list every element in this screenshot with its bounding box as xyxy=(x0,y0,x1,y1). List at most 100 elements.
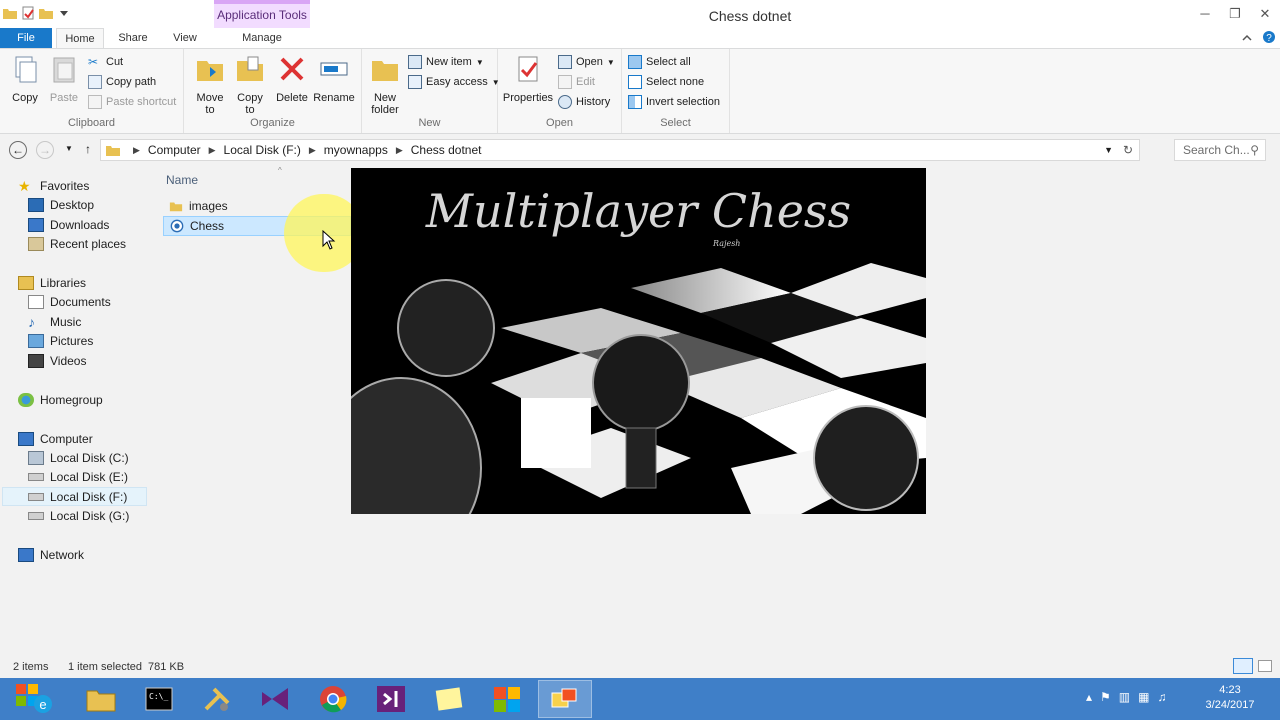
network-status-icon[interactable]: ▦ xyxy=(1138,690,1149,704)
nav-homegroup[interactable]: Homegroup xyxy=(18,390,103,409)
details-view-icon[interactable] xyxy=(1233,658,1253,674)
nav-favorites[interactable]: ★ Favorites xyxy=(18,176,89,195)
taskbar-chess-app[interactable] xyxy=(538,680,592,718)
taskbar-file-explorer[interactable] xyxy=(74,680,128,718)
breadcrumb-computer[interactable]: Computer xyxy=(148,143,201,157)
file-name: Chess xyxy=(190,219,225,233)
move-to-button[interactable]: Move to xyxy=(190,53,230,116)
breadcrumb-local-disk-f[interactable]: Local Disk (F:) xyxy=(224,143,301,157)
breadcrumb-chevron-icon: ▶ xyxy=(395,144,403,155)
title-bar: Application Tools Chess dotnet ─ ❐ ✕ xyxy=(0,0,1280,28)
up-button[interactable]: ↑ xyxy=(79,141,97,159)
nav-disk-e[interactable]: Local Disk (E:) xyxy=(28,467,128,486)
tab-file[interactable]: File xyxy=(0,28,52,48)
tab-view[interactable]: View xyxy=(162,28,208,48)
nav-pictures[interactable]: Pictures xyxy=(28,331,93,350)
edit-button[interactable]: Edit xyxy=(558,75,595,89)
preview-title: Multiplayer Chess xyxy=(425,184,852,238)
copy-button[interactable]: Copy xyxy=(6,53,44,104)
nav-music[interactable]: ♪ Music xyxy=(28,312,81,331)
new-item-label: New item xyxy=(426,56,472,68)
breadcrumb-chess-dotnet[interactable]: Chess dotnet xyxy=(411,143,482,157)
help-icon[interactable]: ? xyxy=(1262,30,1276,44)
command-prompt-icon: C:\_ xyxy=(145,687,173,711)
easy-access-button[interactable]: Easy access ▼ xyxy=(408,75,500,89)
nav-libraries[interactable]: Libraries xyxy=(18,273,86,292)
visual-studio-icon xyxy=(262,688,288,710)
homegroup-icon xyxy=(18,392,34,407)
taskbar-visual-studio-old[interactable] xyxy=(248,680,302,718)
paste-button[interactable]: Paste xyxy=(46,53,82,104)
taskbar-visual-studio[interactable] xyxy=(364,680,418,718)
taskbar-app-grid[interactable] xyxy=(480,680,534,718)
power-icon[interactable]: ▥ xyxy=(1119,690,1130,704)
action-center-flag-icon[interactable]: ⚑ xyxy=(1100,690,1111,704)
search-placeholder: Search Ch... xyxy=(1183,143,1250,157)
cut-button[interactable]: ✂ Cut xyxy=(88,55,123,69)
copy-to-button[interactable]: Copy to xyxy=(230,53,270,116)
forward-button[interactable]: → xyxy=(36,141,54,159)
back-button[interactable]: ← xyxy=(9,141,27,159)
svg-text:C:\_: C:\_ xyxy=(149,692,168,701)
nav-music-label: Music xyxy=(50,314,82,329)
select-all-button[interactable]: Select all xyxy=(628,55,691,69)
nav-documents[interactable]: Documents xyxy=(28,292,111,311)
delete-button[interactable]: Delete xyxy=(272,53,312,104)
new-folder-button[interactable]: New folder xyxy=(368,53,402,116)
search-icon: ⚲ xyxy=(1250,143,1259,157)
show-hidden-icons-icon[interactable]: ▴ xyxy=(1086,690,1092,704)
select-none-button[interactable]: Select none xyxy=(628,75,704,89)
rename-button[interactable]: Rename xyxy=(312,53,356,104)
nav-disk-c[interactable]: Local Disk (C:) xyxy=(28,448,129,467)
taskbar-sticky-notes[interactable] xyxy=(422,680,476,718)
nav-desktop[interactable]: Desktop xyxy=(28,195,94,214)
minimize-button[interactable]: ─ xyxy=(1190,0,1220,28)
up-arrow-icon: ↑ xyxy=(85,142,91,156)
nav-recent-places[interactable]: Recent places xyxy=(28,234,126,253)
search-input[interactable]: Search Ch... ⚲ xyxy=(1174,139,1266,161)
tab-share[interactable]: Share xyxy=(110,28,156,48)
volume-icon[interactable]: ♫ xyxy=(1157,690,1166,704)
taskbar-command-prompt[interactable]: C:\_ xyxy=(132,680,186,718)
start-button[interactable]: e xyxy=(6,680,60,718)
maximize-button[interactable]: ❐ xyxy=(1220,0,1250,28)
close-button[interactable]: ✕ xyxy=(1250,0,1280,28)
invert-selection-label: Invert selection xyxy=(646,96,720,108)
properties-label: Properties xyxy=(502,92,554,104)
nav-downloads[interactable]: Downloads xyxy=(28,215,109,234)
tab-manage[interactable]: Manage xyxy=(214,28,310,48)
tab-home[interactable]: Home xyxy=(56,28,104,48)
refresh-icon[interactable]: ↻ xyxy=(1123,143,1133,157)
clock-date: 3/24/2017 xyxy=(1205,699,1255,711)
address-bar[interactable]: ▶ Computer ▶ Local Disk (F:) ▶ myownapps ▶ C… xyxy=(100,139,1140,161)
address-dropdown-icon[interactable]: ▼ xyxy=(1104,145,1113,155)
taskbar-chrome[interactable] xyxy=(306,680,360,718)
delete-label: Delete xyxy=(276,92,308,104)
nav-disk-g[interactable]: Local Disk (G:) xyxy=(28,506,129,525)
nav-computer[interactable]: Computer xyxy=(18,429,93,448)
large-icons-view-icon[interactable] xyxy=(1258,660,1272,672)
new-item-button[interactable]: New item ▼ xyxy=(408,55,484,69)
history-button[interactable]: History xyxy=(558,95,610,109)
column-header-name[interactable]: Name xyxy=(166,173,198,187)
open-button[interactable]: Open ▼ xyxy=(558,55,615,69)
new-folder-label: New folder xyxy=(371,92,399,116)
copy-path-button[interactable]: Copy path xyxy=(88,75,156,89)
clock[interactable]: 4:23 3/24/2017 xyxy=(1200,683,1260,713)
invert-selection-icon xyxy=(628,95,642,109)
collapse-ribbon-icon[interactable] xyxy=(1241,32,1253,44)
nav-disk-f[interactable]: Local Disk (F:) xyxy=(2,487,147,506)
videos-icon xyxy=(28,353,44,368)
recent-locations-button[interactable]: ▼ xyxy=(60,141,78,159)
easy-access-icon xyxy=(408,75,422,89)
invert-selection-button[interactable]: Invert selection xyxy=(628,95,720,109)
paste-shortcut-button[interactable]: Paste shortcut xyxy=(88,95,176,109)
nav-videos[interactable]: Videos xyxy=(28,351,86,370)
properties-button[interactable]: Properties xyxy=(502,53,554,104)
nav-network[interactable]: Network xyxy=(18,545,84,564)
desktop-icon xyxy=(28,197,44,212)
taskbar-tools[interactable] xyxy=(190,680,244,718)
rename-icon xyxy=(320,62,348,76)
breadcrumb-myownapps[interactable]: myownapps xyxy=(324,143,388,157)
properties-icon xyxy=(518,56,538,82)
